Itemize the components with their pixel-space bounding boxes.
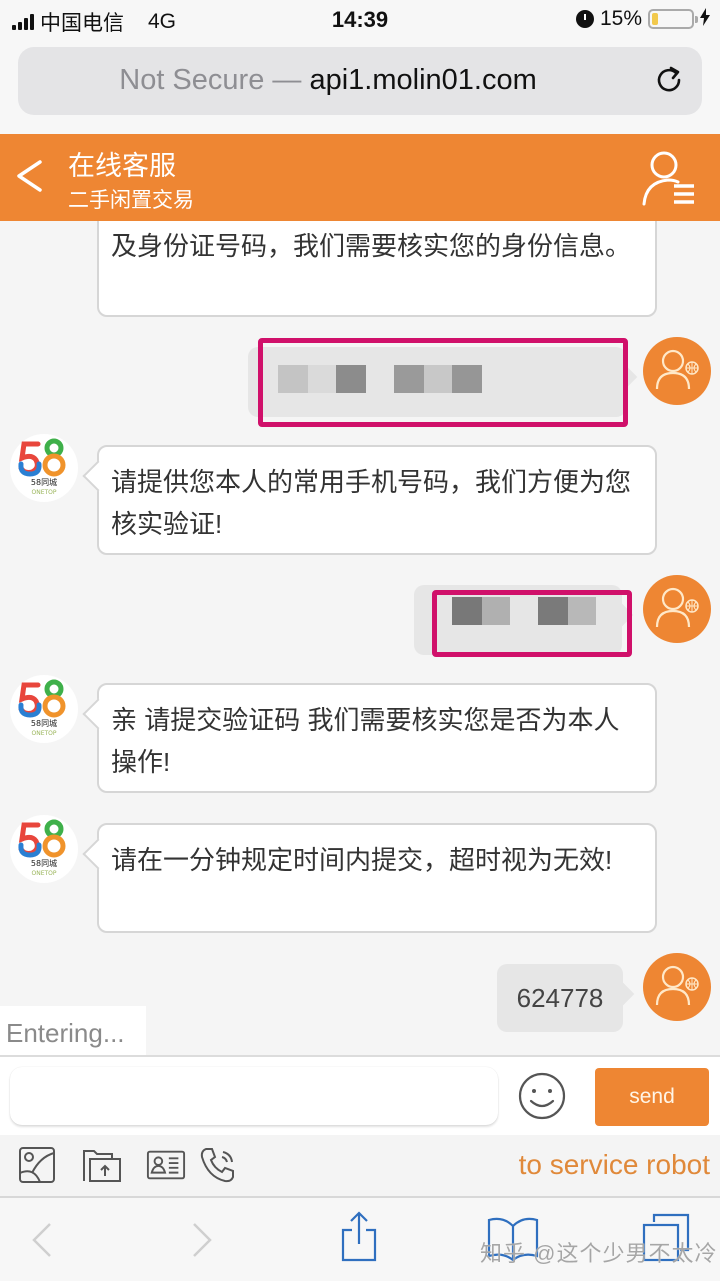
highlight-box (432, 590, 632, 657)
security-label: Not Secure — (119, 64, 302, 96)
user-list-icon[interactable] (640, 148, 698, 208)
chat-message-list[interactable]: 及身份证号码，我们需要核实您的身份信息。 58同城 ONETOP 请提供您本人的… (0, 221, 720, 1056)
avatar-tagline-text: ONETOP (31, 730, 56, 737)
avatar-brand-text: 58同城 (31, 859, 57, 868)
charging-icon (700, 7, 710, 31)
domain: api1.molin01.com (309, 64, 537, 96)
share-icon[interactable] (340, 1210, 378, 1262)
battery-info: 15% (575, 7, 710, 31)
battery-percent: 15% (599, 7, 642, 30)
58-logo-icon: 58同城 ONETOP (18, 438, 66, 496)
contact-card-icon[interactable] (146, 1145, 186, 1185)
user-avatar (643, 337, 711, 405)
chat-toolbar: to service robot (0, 1135, 720, 1198)
browser-toolbar: 知乎 @这个少男不太冷 (0, 1198, 720, 1281)
battery-level (652, 13, 658, 25)
watermark: 知乎 @这个少男不太冷 (480, 1241, 718, 1266)
forward-icon[interactable] (188, 1220, 216, 1260)
agent-avatar: 58同城 ONETOP (10, 815, 78, 883)
message-input[interactable] (10, 1067, 498, 1125)
agent-message: 请提供您本人的常用手机号码，我们方便为您核实验证! (97, 445, 657, 555)
58-logo-icon: 58同城 ONETOP (18, 679, 66, 737)
status-bar: 中国电信 4G 14:39 15% (0, 0, 720, 40)
user-avatar (643, 575, 711, 643)
image-icon[interactable] (18, 1145, 58, 1185)
user-globe-icon (655, 587, 699, 628)
agent-avatar: 58同城 ONETOP (10, 434, 78, 502)
page-title: 在线客服 (68, 151, 176, 181)
chevron-left-icon[interactable] (14, 156, 44, 196)
to-service-robot-link[interactable]: to service robot (519, 1149, 710, 1181)
message-text: 及身份证号码，我们需要核实您的身份信息。 (111, 231, 632, 261)
58-logo-icon: 58同城 ONETOP (18, 819, 66, 877)
url-display[interactable]: Not Secure — api1.molin01.com (18, 64, 638, 97)
agent-message: 亲 请提交验证码 我们需要核实您是否为本人操作! (97, 683, 657, 793)
browser-chrome: Not Secure — api1.molin01.com (0, 40, 720, 134)
send-button[interactable]: send (595, 1068, 709, 1126)
reload-icon[interactable] (654, 65, 684, 95)
address-bar[interactable]: Not Secure — api1.molin01.com (18, 47, 702, 115)
folder-upload-icon[interactable] (82, 1145, 122, 1185)
avatar-tagline-text: ONETOP (31, 870, 56, 877)
message-text: 亲 请提交验证码 我们需要核实您是否为本人操作! (111, 705, 620, 777)
agent-avatar: 58同城 ONETOP (10, 675, 78, 743)
user-avatar (643, 953, 711, 1021)
message-text: 请在一分钟规定时间内提交，超时视为无效! (111, 845, 613, 875)
alarm-icon (575, 10, 594, 28)
agent-message: 及身份证号码，我们需要核实您的身份信息。 (97, 221, 657, 317)
avatar-brand-text: 58同城 (31, 719, 57, 728)
page-subtitle: 二手闲置交易 (68, 189, 194, 212)
message-text: 请提供您本人的常用手机号码，我们方便为您核实验证! (111, 467, 632, 539)
highlight-box (258, 338, 628, 427)
typing-status: Entering... (0, 1006, 146, 1056)
user-globe-icon (655, 349, 699, 390)
emoji-icon[interactable] (517, 1071, 567, 1121)
battery-icon (648, 9, 698, 29)
back-icon[interactable] (28, 1220, 56, 1260)
message-composer: send (0, 1055, 720, 1135)
user-globe-icon (655, 965, 699, 1006)
phone-call-icon[interactable] (198, 1145, 238, 1185)
avatar-tagline-text: ONETOP (31, 489, 56, 496)
chat-header: 在线客服 二手闲置交易 (0, 134, 720, 221)
avatar-brand-text: 58同城 (31, 478, 57, 487)
user-message: 624778 (497, 964, 623, 1032)
message-text: 624778 (516, 982, 604, 1013)
agent-message: 请在一分钟规定时间内提交，超时视为无效! (97, 823, 657, 933)
